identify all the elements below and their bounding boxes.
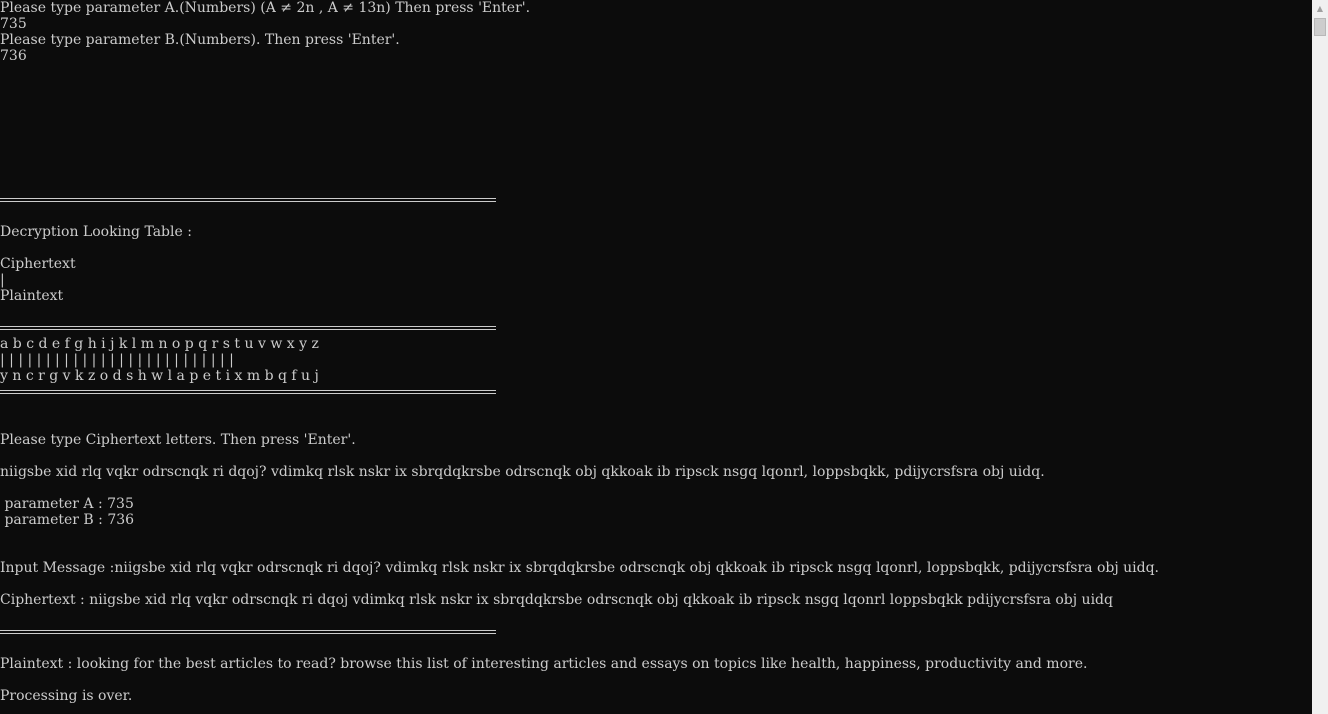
prompt-ciphertext: Please type Ciphertext letters. Then pre…: [0, 432, 356, 448]
alphabet-plaintext-row: y n c r g v k z o d s h w l a p e t i x …: [0, 368, 319, 384]
summary-parameter-a: parameter A : 735: [0, 496, 134, 512]
separator: [0, 320, 1312, 336]
table-title: Decryption Looking Table :: [0, 224, 192, 240]
prompt-parameter-b: Please type parameter B.(Numbers). Then …: [0, 32, 400, 48]
prompt-parameter-a: Please type parameter A.(Numbers) (A ≠ 2…: [0, 0, 531, 16]
legend-bar: |: [0, 272, 5, 288]
separator: [0, 192, 1312, 208]
input-ciphertext: niigsbe xid rlq vqkr odrscnqk ri dqoj? v…: [0, 464, 1045, 480]
separator: [0, 384, 1312, 400]
console-output[interactable]: Please type parameter A.(Numbers) (A ≠ 2…: [0, 0, 1312, 714]
vertical-scrollbar[interactable]: ▲: [1312, 0, 1328, 714]
scroll-up-arrow-icon[interactable]: ▲: [1312, 0, 1328, 16]
summary-parameter-b: parameter B : 736: [0, 512, 135, 528]
plaintext-result-line: Plaintext : looking for the best article…: [0, 656, 1088, 672]
input-message-line: Input Message :niigsbe xid rlq vqkr odrs…: [0, 560, 1159, 576]
double-rule: [0, 390, 496, 394]
legend-plaintext: Plaintext: [0, 288, 64, 304]
input-parameter-a: 735: [0, 16, 27, 32]
double-rule: [0, 630, 496, 634]
separator: [0, 624, 1312, 640]
processing-done-line: Processing is over.: [0, 688, 133, 704]
input-parameter-b: 736: [0, 48, 27, 64]
double-rule: [0, 198, 496, 202]
legend-ciphertext: Ciphertext: [0, 256, 76, 272]
ciphertext-line: Ciphertext : niigsbe xid rlq vqkr odrscn…: [0, 592, 1113, 608]
alphabet-bar-row: | | | | | | | | | | | | | | | | | | | | …: [0, 352, 234, 368]
scrollbar-thumb[interactable]: [1314, 18, 1326, 36]
alphabet-ciphertext-row: a b c d e f g h i j k l m n o p q r s t …: [0, 336, 319, 352]
double-rule: [0, 326, 496, 330]
